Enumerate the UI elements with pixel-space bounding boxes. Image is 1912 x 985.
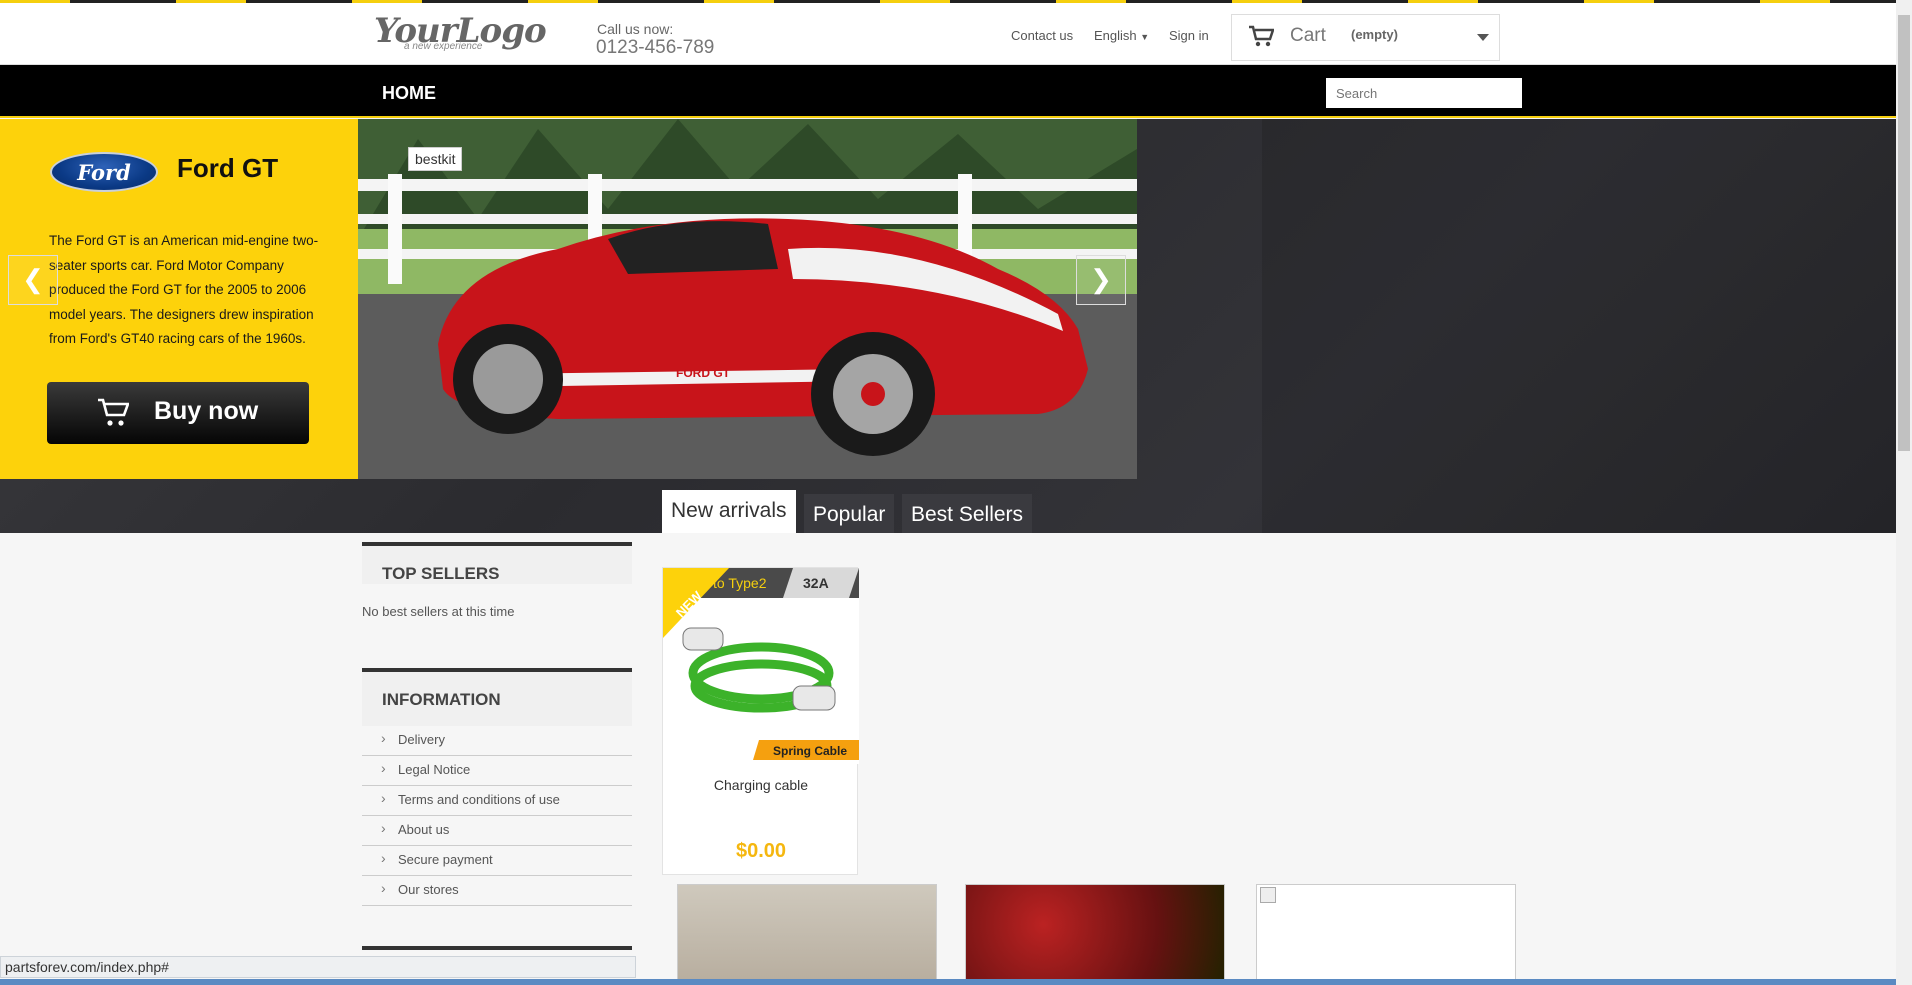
chevron-left-icon: ❮ <box>22 264 44 294</box>
info-item-legal-notice[interactable]: Legal Notice <box>362 756 632 786</box>
language-label: English <box>1094 28 1137 43</box>
buy-now-button[interactable]: Buy now <box>47 382 309 444</box>
top-sellers-empty: No best sellers at this time <box>362 604 515 619</box>
info-item-delivery[interactable]: Delivery <box>362 726 632 756</box>
cart-icon <box>98 398 129 426</box>
phone-number: 0123-456-789 <box>596 37 715 58</box>
slide-description: The Ford GT is an American mid-engine tw… <box>49 233 319 346</box>
signin-link[interactable]: Sign in <box>1169 28 1209 43</box>
product-price: $0.00 <box>735 840 787 862</box>
hero-background <box>1262 119 1896 533</box>
product-photo: 32A Type1 to Type2 NEW Spring Cable <box>663 568 859 760</box>
product-amp: 32A <box>803 575 829 591</box>
header: YourLogo a new experience Call us now: 0… <box>0 3 1896 65</box>
os-taskbar <box>0 979 1896 985</box>
cart-label: Cart <box>1290 25 1326 46</box>
chevron-right-icon: ❯ <box>1090 264 1112 294</box>
main-nav: HOME <box>0 65 1896 118</box>
thumbnail-pizza[interactable] <box>965 884 1225 985</box>
ford-logo: Ford <box>50 152 158 192</box>
search-input[interactable] <box>1326 78 1522 108</box>
image-tag: bestkit <box>408 147 463 171</box>
logo-tagline: a new experience <box>404 41 483 52</box>
product-card[interactable]: 32A Type1 to Type2 NEW Spring Cable Char… <box>662 567 859 875</box>
hero-slider: Ford Ford GT The Ford GT is an American … <box>0 119 1896 533</box>
thumbnail-food-1[interactable] <box>677 884 937 985</box>
slide-image[interactable]: FORD GT <box>358 119 1137 479</box>
chevron-down-icon: ▼ <box>1140 32 1150 42</box>
car-badge: FORD GT <box>676 366 731 380</box>
browser-status-bar: partsforev.com/index.php# <box>0 956 636 978</box>
cart-status: (empty) <box>1351 27 1398 42</box>
tab-popular[interactable]: Popular <box>804 494 895 533</box>
buy-now-label: Buy now <box>154 397 259 425</box>
information-list: Delivery Legal Notice Terms and conditio… <box>362 726 632 906</box>
product-ribbon: Spring Cable <box>773 744 847 758</box>
thumbnail-broken-image[interactable] <box>1256 884 1516 985</box>
scrollbar-thumb[interactable] <box>1898 15 1910 451</box>
language-selector[interactable]: English ▼ <box>1094 28 1149 43</box>
tab-new-arrivals[interactable]: New arrivals <box>662 490 796 533</box>
tab-best-sellers[interactable]: Best Sellers <box>902 494 1033 533</box>
slider-prev-button[interactable]: ❮ <box>8 255 58 305</box>
contact-link[interactable]: Contact us <box>1011 28 1073 43</box>
info-item-about[interactable]: About us <box>362 816 632 846</box>
nav-home[interactable]: HOME <box>382 83 436 104</box>
top-sellers-title[interactable]: TOP SELLERS <box>362 542 632 584</box>
information-block: INFORMATION Delivery Legal Notice Terms … <box>362 668 632 906</box>
top-sellers-block: TOP SELLERS No best sellers at this time <box>362 542 632 619</box>
info-item-our-stores[interactable]: Our stores <box>362 876 632 906</box>
info-item-terms[interactable]: Terms and conditions of use <box>362 786 632 816</box>
block-divider <box>362 946 632 950</box>
car-photo: FORD GT <box>358 119 1137 479</box>
call-label: Call us now: <box>597 21 674 37</box>
information-title[interactable]: INFORMATION <box>362 668 632 726</box>
product-name[interactable]: Charging cable <box>663 777 859 793</box>
info-item-secure-payment[interactable]: Secure payment <box>362 846 632 876</box>
product-image[interactable]: 32A Type1 to Type2 NEW Spring Cable <box>663 568 859 764</box>
slide-title: Ford GT <box>177 153 279 183</box>
broken-image-icon <box>1260 887 1276 903</box>
cart-icon <box>1249 25 1274 47</box>
chevron-down-icon <box>1477 34 1489 41</box>
slider-next-button[interactable]: ❯ <box>1076 255 1126 305</box>
cart-button[interactable]: Cart (empty) <box>1231 14 1500 61</box>
